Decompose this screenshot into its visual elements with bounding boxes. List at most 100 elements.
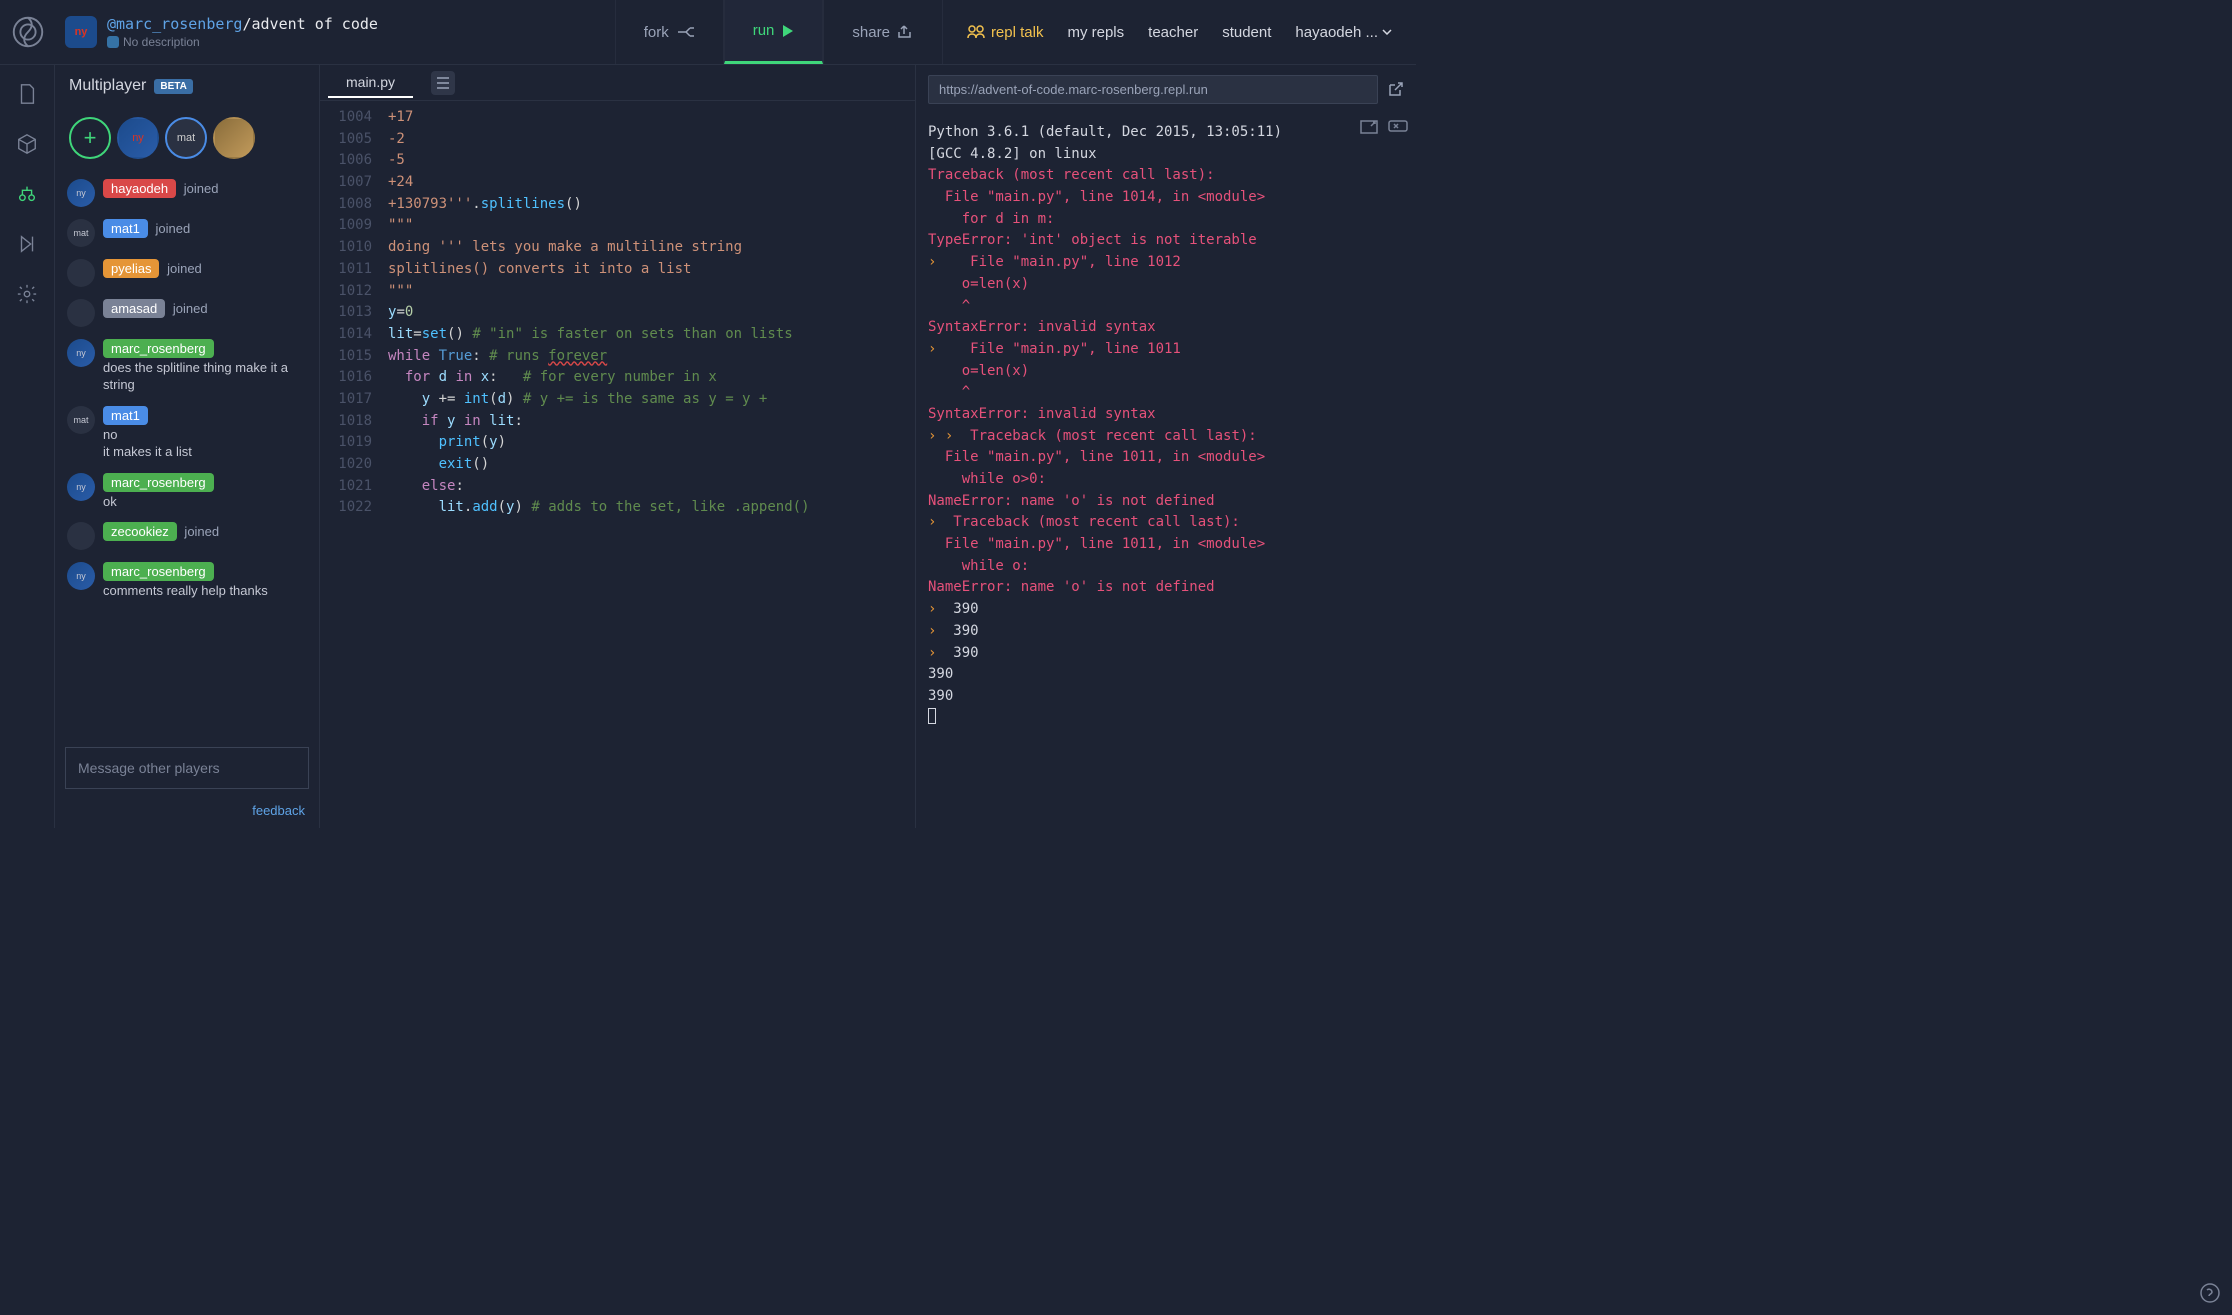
package-icon[interactable] (16, 133, 38, 155)
user-menu[interactable]: hayaodeh ... (1295, 24, 1392, 41)
terminal-line: ^ (928, 296, 1404, 318)
status-text: joined (169, 301, 207, 316)
terminal-line: File "main.py", line 1011, in <module> (928, 447, 1404, 469)
terminal-line: while o>0: (928, 469, 1404, 491)
code-line[interactable]: 1006-5 (320, 150, 915, 172)
repl-owner[interactable]: @marc_rosenberg (107, 15, 242, 33)
code-line[interactable]: 1021 else: (320, 476, 915, 498)
chat-message: does the splitline thing make it a strin… (103, 360, 307, 394)
line-number: 1019 (320, 432, 388, 454)
settings-icon[interactable] (16, 283, 38, 305)
code-line[interactable]: 1007+24 (320, 172, 915, 194)
repl-description: No description (107, 35, 378, 49)
username-pill[interactable]: zecookiez (103, 522, 177, 541)
chat-avatar: ny (67, 473, 95, 501)
beta-badge: BETA (154, 79, 192, 94)
chat-item: matmat1no it makes it a list (65, 400, 309, 467)
username-pill[interactable]: hayaodeh (103, 179, 176, 198)
logo[interactable] (0, 13, 55, 51)
code-line[interactable]: 1019 print(y) (320, 432, 915, 454)
line-number: 1010 (320, 237, 388, 259)
username-pill[interactable]: marc_rosenberg (103, 473, 214, 492)
participant-avatar[interactable]: ny (117, 117, 159, 159)
terminal-line: NameError: name 'o' is not defined (928, 491, 1404, 513)
file-tab[interactable]: main.py (328, 68, 413, 98)
line-number: 1011 (320, 259, 388, 281)
code-line[interactable]: 1011splitlines() converts it into a list (320, 259, 915, 281)
main: Multiplayer BETA + ny mat nyhayaodeh joi… (0, 65, 1416, 828)
code-line[interactable]: 1004+17 (320, 107, 915, 129)
chat-item: nymarc_rosenbergok (65, 467, 309, 517)
repl-url-input[interactable] (928, 75, 1378, 104)
terminal[interactable]: Python 3.6.1 (default, Dec 2015, 13:05:1… (916, 114, 1416, 828)
my-repls-link[interactable]: my repls (1067, 24, 1124, 41)
open-external-icon[interactable] (1386, 81, 1404, 99)
debugger-icon[interactable] (16, 233, 38, 255)
terminal-line: › 390 (928, 599, 1404, 621)
replit-logo-icon (9, 13, 47, 51)
code-line[interactable]: 1022 lit.add(y) # adds to the set, like … (320, 497, 915, 519)
add-participant-button[interactable]: + (69, 117, 111, 159)
terminal-line: TypeError: 'int' object is not iterable (928, 230, 1404, 252)
multiplayer-icon[interactable] (16, 183, 38, 205)
share-button[interactable]: share (823, 0, 943, 64)
student-link[interactable]: student (1222, 24, 1271, 41)
line-number: 1022 (320, 497, 388, 519)
chat-avatar (67, 299, 95, 327)
code-line[interactable]: 1018 if y in lit: (320, 411, 915, 433)
editor-tabs: main.py (320, 65, 915, 101)
terminal-popout-icon[interactable] (1360, 118, 1378, 134)
username-pill[interactable]: mat1 (103, 219, 148, 238)
code-line[interactable]: 1012""" (320, 281, 915, 303)
line-number: 1021 (320, 476, 388, 498)
teacher-link[interactable]: teacher (1148, 24, 1198, 41)
username-pill[interactable]: mat1 (103, 406, 148, 425)
line-number: 1007 (320, 172, 388, 194)
code-line[interactable]: 1015while True: # runs forever (320, 346, 915, 368)
message-input[interactable]: Message other players (65, 747, 309, 789)
terminal-line: › 390 (928, 643, 1404, 665)
line-number: 1015 (320, 346, 388, 368)
code-line[interactable]: 1010doing ''' lets you make a multiline … (320, 237, 915, 259)
status-text: joined (152, 221, 190, 236)
fork-button[interactable]: fork (615, 0, 724, 64)
prompt-icon: › › (928, 428, 962, 444)
participant-avatar[interactable]: mat (165, 117, 207, 159)
code-line[interactable]: 1020 exit() (320, 454, 915, 476)
username-pill[interactable]: marc_rosenberg (103, 339, 214, 358)
code-line[interactable]: 1005-2 (320, 129, 915, 151)
terminal-line: › 390 (928, 621, 1404, 643)
file-list-icon[interactable] (431, 71, 455, 95)
username-pill[interactable]: marc_rosenberg (103, 562, 214, 581)
participant-avatar[interactable] (213, 117, 255, 159)
code-line[interactable]: 1014lit=set() # "in" is faster on sets t… (320, 324, 915, 346)
code-line[interactable]: 1008+130793'''.splitlines() (320, 194, 915, 216)
repl-talk-link[interactable]: repl talk (967, 24, 1044, 41)
run-button[interactable]: run (724, 0, 824, 64)
code-line[interactable]: 1017 y += int(d) # y += is the same as y… (320, 389, 915, 411)
chat-avatar: ny (67, 562, 95, 590)
owner-avatar[interactable]: ny (65, 16, 97, 48)
code-line[interactable]: 1013y=0 (320, 302, 915, 324)
chat-item: matmat1 joined (65, 213, 309, 253)
file-icon[interactable] (16, 83, 38, 105)
prompt-icon: › (928, 254, 945, 270)
code-editor[interactable]: 1004+171005-21006-51007+241008+130793'''… (320, 101, 915, 828)
terminal-line: 390 (928, 664, 1404, 686)
code-line[interactable]: 1016 for d in x: # for every number in x (320, 367, 915, 389)
url-bar (916, 65, 1416, 114)
output-panel: Python 3.6.1 (default, Dec 2015, 13:05:1… (916, 65, 1416, 828)
code-line[interactable]: 1009""" (320, 215, 915, 237)
terminal-clear-icon[interactable] (1388, 118, 1408, 132)
username-pill[interactable]: amasad (103, 299, 165, 318)
repl-title[interactable]: @marc_rosenberg/advent of code (107, 15, 378, 33)
terminal-line: NameError: name 'o' is not defined (928, 577, 1404, 599)
line-number: 1006 (320, 150, 388, 172)
feedback-link[interactable]: feedback (55, 799, 319, 828)
terminal-line: › File "main.py", line 1011 (928, 339, 1404, 361)
username-pill[interactable]: pyelias (103, 259, 159, 278)
chat-list[interactable]: nyhayaodeh joinedmatmat1 joinedpyelias j… (55, 173, 319, 737)
fork-icon (677, 25, 695, 39)
chat-item: zecookiez joined (65, 516, 309, 556)
help-icon[interactable] (2200, 1283, 2220, 1303)
